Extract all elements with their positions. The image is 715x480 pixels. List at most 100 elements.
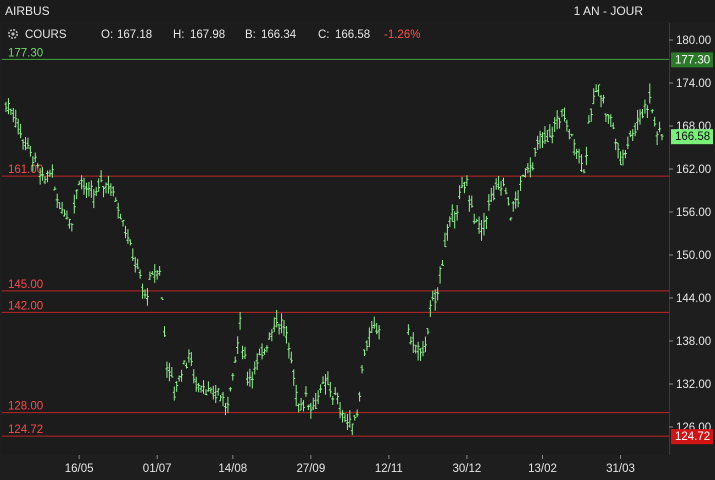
y-axis: 180.00174.00168.00162.00156.00150.00144.…: [669, 35, 711, 434]
ohlc-bar: [236, 336, 240, 354]
ohlc-bar: [638, 109, 642, 125]
ohlc-bar: [163, 326, 167, 337]
ohlc-bar: [353, 415, 357, 421]
ohlc-bar: [250, 371, 254, 389]
ohlc-bar: [9, 108, 13, 116]
ohlc-bar: [328, 381, 332, 398]
ohlc-bar: [282, 319, 286, 337]
ohlc-bar: [6, 98, 10, 115]
ohlc-bar: [470, 195, 474, 208]
ohlc-bar: [187, 349, 191, 363]
ohlc-bar: [487, 194, 491, 211]
info-bar: COURS O: 167.18 H: 167.98 B: 166.34 C: 1…: [8, 29, 420, 41]
ohlc-bar: [109, 183, 113, 196]
ohlc-bar: [214, 384, 218, 404]
ohlc-bar: [138, 269, 142, 279]
ohlc-bar: [628, 130, 632, 138]
settings-gear-icon[interactable]: [8, 29, 18, 39]
ohlc-bar: [297, 403, 301, 413]
axis-price-tag-label: 124.72: [675, 431, 710, 443]
ohlc-bar: [643, 99, 647, 114]
ohlc-bar: [516, 190, 520, 208]
x-tick-label: 12/11: [375, 463, 403, 475]
ohlc-bar: [565, 119, 569, 132]
ohlc-bar: [462, 181, 466, 194]
ohlc-bar: [555, 110, 559, 130]
ohlc-bar: [421, 340, 425, 357]
level-lines: 177.30161.00145.00142.00128.00124.72: [2, 47, 669, 437]
ohlc-bar: [526, 163, 530, 174]
ohlc-bar: [228, 387, 232, 392]
ohlc-bar: [16, 118, 20, 135]
ohlc-bar: [221, 391, 225, 407]
ohlc-bar: [543, 126, 547, 145]
ohlc-bar: [582, 169, 586, 174]
ohlc-bar: [316, 390, 320, 405]
ohlc-bar: [499, 181, 503, 196]
ohlc-bar: [75, 189, 79, 200]
ohlc-bar: [577, 148, 581, 164]
ohlc-bar: [653, 116, 657, 127]
ohlc-bar: [333, 387, 337, 396]
price-chart: COURS O: 167.18 H: 167.98 B: 166.34 C: 1…: [2, 29, 713, 475]
ohlc-bar: [592, 88, 596, 105]
change-value: -1.26%: [384, 29, 420, 41]
ohlc-bar: [260, 343, 264, 360]
ohlc-bar: [150, 271, 154, 275]
ohlc-bar: [243, 346, 247, 359]
ohlc-bar: [119, 213, 123, 220]
x-tick-label: 27/09: [296, 463, 325, 475]
ohlc-bar: [514, 191, 518, 209]
ohlc-bar: [53, 186, 57, 191]
ohlc-bar: [202, 380, 206, 394]
ohlc-bar: [306, 404, 310, 411]
open-value: 167.18: [117, 29, 152, 41]
ohlc-bar: [270, 329, 274, 342]
x-tick-label: 16/05: [65, 463, 94, 475]
ohlc-bar: [292, 369, 296, 386]
ohlc-bar: [253, 361, 257, 375]
ohlc-bar: [33, 152, 37, 163]
ohlc-bar: [148, 271, 152, 281]
y-tick-label: 162.00: [676, 164, 711, 176]
ohlc-bar: [419, 348, 423, 361]
ohlc-bar: [358, 391, 362, 402]
ohlc-bar: [619, 151, 623, 166]
price-bars: [4, 83, 664, 436]
ohlc-bar: [426, 328, 430, 335]
ohlc-bar: [111, 186, 115, 197]
ohlc-bar: [560, 109, 564, 118]
ohlc-bar: [284, 326, 288, 344]
x-tick-label: 31/03: [606, 463, 635, 475]
ohlc-bar: [180, 369, 184, 382]
ohlc-bar: [553, 117, 557, 132]
ohlc-bar: [411, 332, 415, 354]
high-label: H:: [173, 29, 185, 41]
level-label: 177.30: [8, 47, 43, 59]
ohlc-bar: [245, 371, 249, 386]
ohlc-bar: [423, 336, 427, 353]
ohlc-bar: [255, 353, 259, 371]
ohlc-bar: [599, 94, 603, 108]
ohlc-bar: [558, 117, 562, 129]
series-label: COURS: [25, 29, 67, 41]
ohlc-bar: [341, 409, 345, 423]
ohlc-bar: [370, 320, 374, 333]
ohlc-bar: [621, 149, 625, 166]
ohlc-bar: [338, 402, 342, 419]
ohlc-bar: [650, 109, 654, 114]
ohlc-bar: [575, 148, 579, 159]
ohlc-bar: [304, 386, 308, 397]
ohlc-bar: [428, 300, 432, 318]
y-tick-label: 150.00: [676, 250, 711, 262]
ohlc-bar: [289, 351, 293, 364]
ohlc-bar: [472, 213, 476, 225]
ohlc-bar: [82, 177, 86, 195]
ohlc-bar: [484, 215, 488, 229]
close-value: 166.58: [335, 29, 370, 41]
ohlc-bar: [126, 229, 130, 244]
ohlc-bar: [43, 176, 47, 185]
ohlc-bar: [482, 212, 486, 236]
y-tick-label: 174.00: [676, 78, 711, 90]
ohlc-bar: [123, 225, 127, 239]
